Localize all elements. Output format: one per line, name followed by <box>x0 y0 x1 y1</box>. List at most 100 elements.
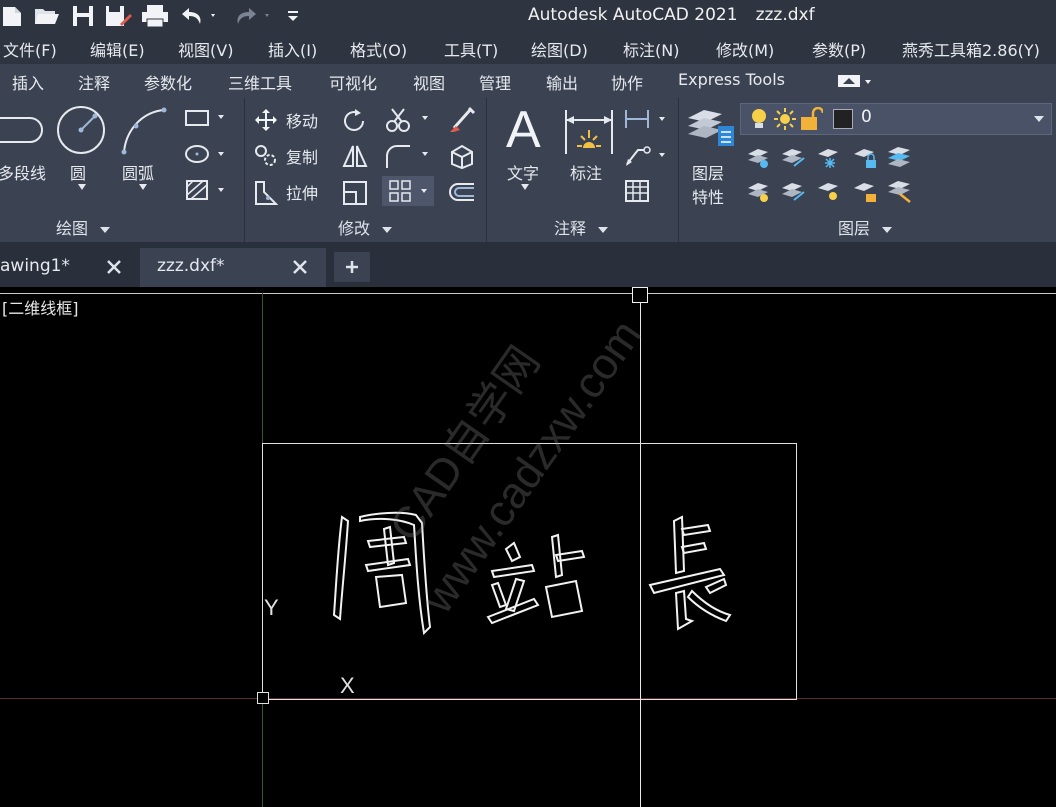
table-icon[interactable] <box>624 178 650 204</box>
drawing-canvas[interactable]: [二维线框] Y X CAD自学网 www.cadzxw.com <box>0 287 1056 807</box>
tab-express-tools[interactable]: Express Tools <box>678 70 785 89</box>
layer-thaw-all-icon[interactable] <box>818 183 838 200</box>
annotation-panel-title-text: 注释 <box>554 219 587 238</box>
menu-tools[interactable]: 工具(T) <box>444 37 498 61</box>
menu-file[interactable]: 文件(F) <box>3 37 57 61</box>
tab-view[interactable]: 视图 <box>413 70 445 94</box>
copy-label[interactable]: 复制 <box>286 144 318 168</box>
layer-thaw-sun-icon[interactable] <box>773 107 797 131</box>
circle-icon[interactable] <box>55 104 107 156</box>
menu-edit[interactable]: 编辑(E) <box>90 37 145 61</box>
document-tab-bar: awing1* zzz.dxf* <box>0 242 1056 287</box>
layers-panel-title[interactable]: 图层 <box>838 215 893 239</box>
customize-qat-icon[interactable] <box>282 4 304 28</box>
draw-panel-expand-icon[interactable] <box>99 226 111 234</box>
origin-grip[interactable] <box>257 692 269 704</box>
layer-change-icon[interactable] <box>782 183 805 201</box>
menu-view[interactable]: 视图(V) <box>178 37 233 61</box>
stretch-icon[interactable] <box>254 180 278 206</box>
layer-walk-icon[interactable] <box>888 147 910 167</box>
draw-panel-title[interactable]: 绘图 <box>56 215 111 239</box>
new-file-icon[interactable] <box>0 4 24 28</box>
ellipse-icon[interactable] <box>184 142 230 166</box>
menu-parametric[interactable]: 参数(P) <box>812 37 866 61</box>
rotate-icon[interactable] <box>342 108 368 134</box>
layer-color-swatch[interactable] <box>833 109 853 129</box>
mirror-icon[interactable] <box>342 144 368 170</box>
move-icon[interactable] <box>254 108 278 132</box>
hatch-icon[interactable] <box>184 178 230 202</box>
viewport-visual-style-label[interactable]: [二维线框] <box>2 295 79 319</box>
fillet-icon[interactable] <box>384 142 434 170</box>
close-tab-zzz-icon[interactable] <box>292 259 308 275</box>
text-dropdown-icon[interactable] <box>521 184 529 190</box>
doc-tab-zzz[interactable]: zzz.dxf* <box>140 248 326 287</box>
open-folder-icon[interactable] <box>34 4 60 28</box>
text-tool-label[interactable]: 文字 <box>507 160 539 184</box>
tab-visualize[interactable]: 可视化 <box>329 70 377 94</box>
layer-properties-icon[interactable] <box>686 104 736 154</box>
dimension-icon[interactable] <box>562 106 618 156</box>
layer-lock-icon[interactable] <box>854 149 876 168</box>
dimension-label[interactable]: 标注 <box>570 160 602 184</box>
layer-dropdown[interactable]: 0 <box>740 103 1052 135</box>
layer-unlock-icon[interactable] <box>799 107 823 131</box>
menu-yanxiu-toolbox[interactable]: 燕秀工具箱2.86(Y) <box>902 37 1040 61</box>
rectangle-icon[interactable] <box>184 106 230 130</box>
copy-icon[interactable] <box>254 144 278 168</box>
stretch-label[interactable]: 拉伸 <box>286 180 318 204</box>
layer-on-lightbulb-icon[interactable] <box>747 107 771 131</box>
polyline-icon[interactable] <box>0 110 50 150</box>
modify-panel-expand-icon[interactable] <box>381 226 393 234</box>
doc-tab-drawing1[interactable]: awing1* <box>0 248 138 287</box>
new-tab-button[interactable] <box>334 252 370 282</box>
drawn-text-outlines[interactable] <box>320 507 760 647</box>
redo-icon[interactable] <box>230 4 274 28</box>
save-as-icon[interactable] <box>104 4 132 28</box>
text-tool-icon[interactable]: A <box>506 100 541 160</box>
layer-on-all-icon[interactable] <box>748 183 768 202</box>
tab-parametric[interactable]: 参数化 <box>144 70 192 94</box>
layers-panel-expand-icon[interactable] <box>881 226 893 234</box>
print-icon[interactable] <box>140 4 170 28</box>
array-button[interactable] <box>382 176 434 206</box>
arc-icon[interactable] <box>118 104 170 156</box>
layer-match-icon[interactable] <box>782 149 805 167</box>
undo-icon[interactable] <box>178 4 222 28</box>
layer-delete-icon[interactable] <box>888 181 911 203</box>
layer-properties-label-1[interactable]: 图层 <box>692 160 724 184</box>
leader-icon[interactable] <box>624 142 670 168</box>
modify-panel-title[interactable]: 修改 <box>338 215 393 239</box>
trim-icon[interactable] <box>384 106 434 134</box>
arc-dropdown-icon[interactable] <box>139 184 147 190</box>
layer-dropdown-arrow-icon[interactable] <box>1033 115 1045 123</box>
offset-icon[interactable] <box>448 178 476 206</box>
linear-dimension-icon[interactable] <box>624 106 670 132</box>
menu-insert[interactable]: 插入(I) <box>268 37 317 61</box>
array-icon <box>389 180 427 202</box>
tab-annotate[interactable]: 注释 <box>78 70 110 94</box>
layer-off-icon[interactable] <box>748 149 768 168</box>
menu-modify[interactable]: 修改(M) <box>716 37 774 61</box>
menu-draw[interactable]: 绘图(D) <box>531 37 588 61</box>
move-label[interactable]: 移动 <box>286 108 318 132</box>
layer-properties-label-2[interactable]: 特性 <box>692 184 724 208</box>
layer-unlock-all-icon[interactable] <box>854 183 876 202</box>
menu-dimension[interactable]: 标注(N) <box>623 37 679 61</box>
annotation-panel-title[interactable]: 注释 <box>554 215 609 239</box>
annotation-panel-expand-icon[interactable] <box>597 226 609 234</box>
menu-format[interactable]: 格式(O) <box>350 37 407 61</box>
tab-collaborate[interactable]: 协作 <box>611 70 643 94</box>
tab-output[interactable]: 输出 <box>546 70 578 94</box>
save-icon[interactable] <box>70 4 96 28</box>
ribbon-minimize-toggle[interactable] <box>836 72 876 90</box>
close-tab-drawing1-icon[interactable] <box>106 259 122 275</box>
scale-icon[interactable] <box>342 180 368 206</box>
erase-icon[interactable] <box>448 106 476 134</box>
tab-manage[interactable]: 管理 <box>479 70 511 94</box>
circle-dropdown-icon[interactable] <box>78 184 86 190</box>
tab-insert[interactable]: 插入 <box>12 70 44 94</box>
layer-freeze-icon[interactable] <box>818 149 838 168</box>
explode-icon[interactable] <box>448 142 476 170</box>
tab-3d-tools[interactable]: 三维工具 <box>228 70 292 94</box>
